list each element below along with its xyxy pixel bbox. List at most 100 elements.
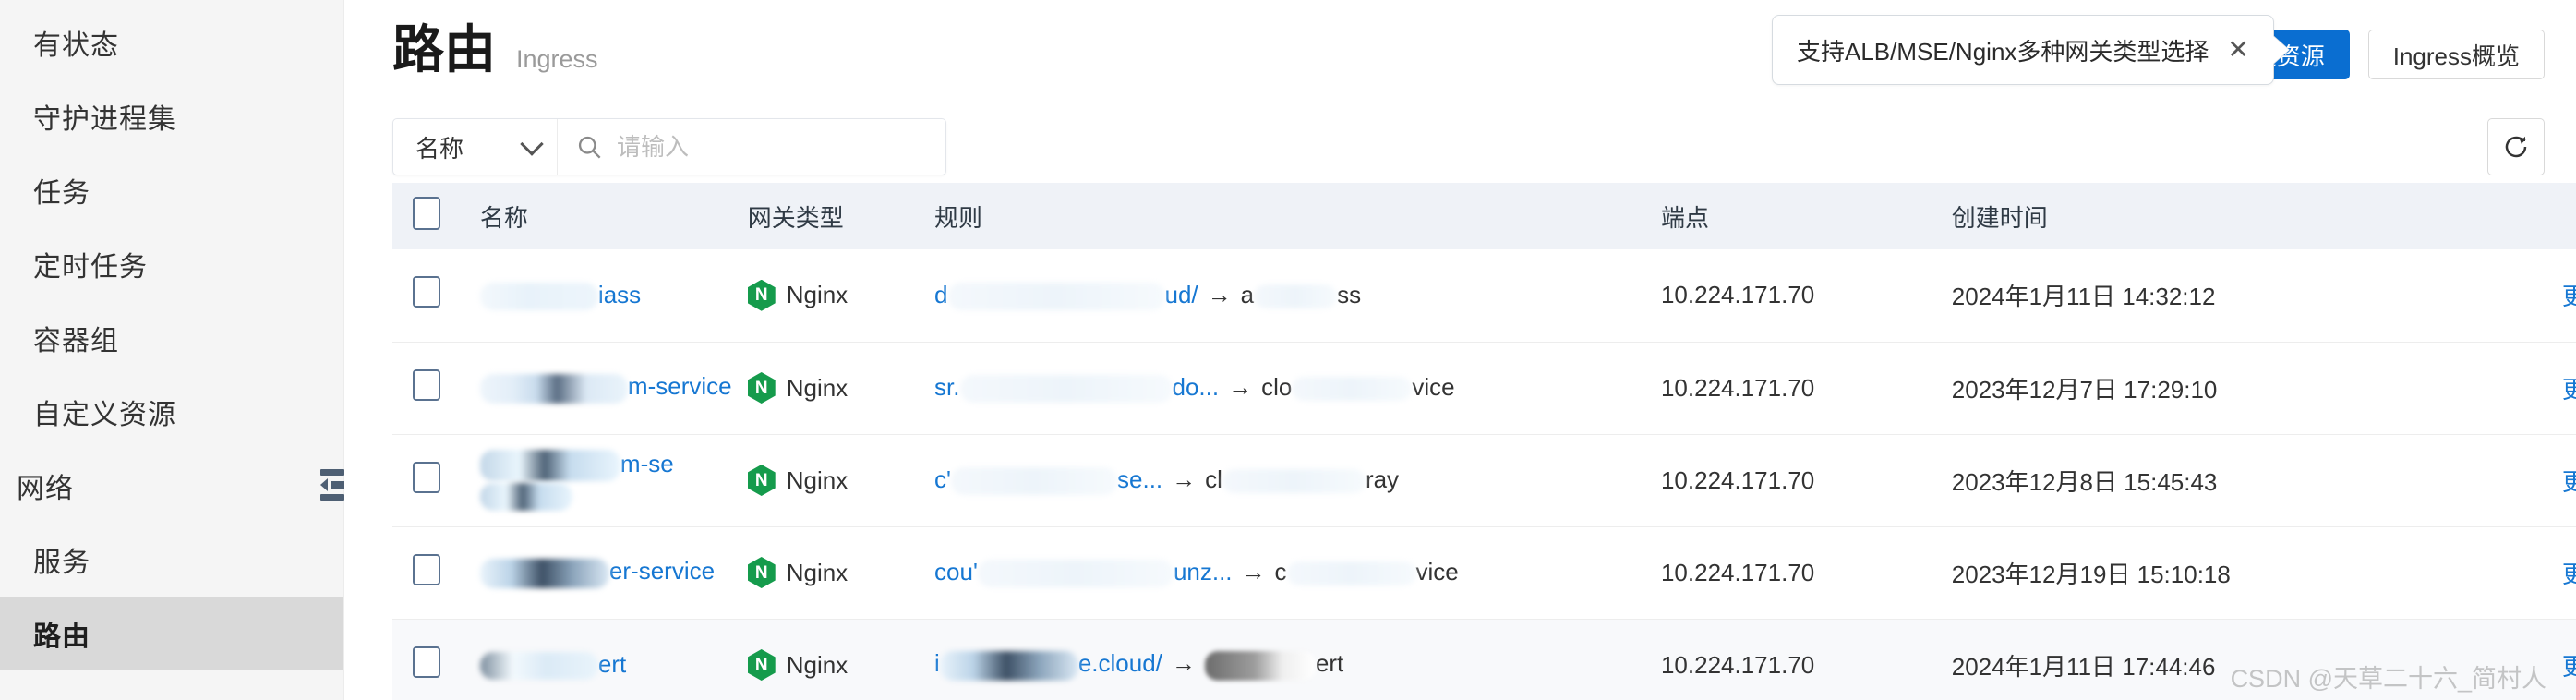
cell-rule: sr. do... → clo vice (934, 342, 1661, 435)
search-input[interactable] (617, 119, 927, 175)
nginx-icon: N (747, 279, 776, 311)
cell-rule: c' se... → cl ray (934, 434, 1661, 527)
column-header-rule[interactable]: 规则 (934, 183, 1661, 249)
sidebar-item-stateful[interactable]: 有状态 (0, 6, 343, 79)
sidebar-item-label: 有状态 (33, 30, 119, 61)
search-icon (578, 136, 601, 159)
nginx-icon: N (747, 649, 776, 681)
cell-gateway-type: N Nginx (747, 434, 935, 527)
table-row[interactable]: er-service N Nginx cou' unz... → c vice 10.2… (392, 526, 2576, 620)
table-body: iass N Nginx d ud/ → a ss 10.224.171.70 2… (392, 249, 2576, 700)
ingress-name-link[interactable]: ert (598, 650, 626, 678)
update-link[interactable]: 更新 (2547, 371, 2576, 405)
cell-operations: 更新 YAML 编辑 监控 (2413, 526, 2576, 620)
collapse-sidebar-icon[interactable] (320, 469, 344, 501)
search-filter-select[interactable]: 名称 (393, 119, 558, 175)
gateway-type-label: Nginx (786, 650, 849, 679)
sidebar-item-ingress[interactable]: 路由 (0, 597, 343, 670)
refresh-icon (2505, 136, 2527, 158)
row-checkbox[interactable] (413, 368, 440, 401)
cell-operations: 更新 YAML 编辑 监控 (2413, 434, 2576, 527)
cell-endpoint: 10.224.171.70 (1660, 434, 1952, 527)
update-link[interactable]: 更新 (2547, 648, 2576, 682)
cell-created-time: 2024年1月11日 17:44:46 (1951, 619, 2413, 700)
page-title: 路由 (392, 20, 496, 78)
column-header-operations: 操作 (2413, 183, 2576, 249)
ingress-name-link[interactable]: er-service (609, 557, 715, 585)
ingress-table-wrap: 名称 网关类型 规则 端点 创建时间 操作 (344, 183, 2576, 700)
cell-endpoint: 10.224.171.70 (1660, 249, 1952, 343)
cell-created-time: 2024年1月11日 14:32:12 (1951, 249, 2413, 343)
cell-endpoint: 10.224.171.70 (1660, 342, 1952, 435)
rule-path-link[interactable]: e.cloud/ (1078, 649, 1162, 677)
cell-endpoint: 10.224.171.70 (1660, 619, 1952, 700)
ingress-name-link[interactable]: m-service (628, 372, 732, 400)
cell-rule: i e.cloud/ → ert (934, 619, 1661, 700)
close-icon[interactable]: ✕ (2227, 37, 2248, 63)
page-subtitle: Ingress (516, 45, 598, 73)
rule-host-link[interactable]: cou' (934, 558, 978, 585)
ingress-table: 名称 网关类型 规则 端点 创建时间 操作 (392, 183, 2576, 700)
rule-host-link[interactable]: i (934, 649, 940, 677)
rule-target-suffix: ss (1337, 280, 1362, 308)
sidebar-item-job[interactable]: 任务 (0, 153, 343, 227)
ingress-overview-button[interactable]: Ingress概览 (2367, 30, 2545, 79)
cell-created-time: 2023年12月8日 15:45:43 (1951, 434, 2413, 527)
cell-name: iass (479, 249, 748, 343)
gateway-type-label: Nginx (786, 465, 849, 494)
table-row[interactable]: ert N Nginx i e.cloud/ → ert 10.224.171.70 (392, 619, 2576, 700)
cell-name: m-service (479, 342, 748, 435)
page-header: 路由 Ingress 创建 Ingress 使用YAML创建资源 Ingress… (344, 0, 2576, 111)
cell-gateway-type: N Nginx (747, 249, 935, 343)
rule-path-link[interactable]: ud/ (1165, 281, 1198, 308)
rule-host-link[interactable]: d (934, 281, 947, 308)
gateway-type-label: Nginx (786, 558, 849, 586)
row-checkbox[interactable] (413, 646, 440, 678)
update-link[interactable]: 更新 (2547, 278, 2576, 312)
table-toolbar: 名称 (344, 111, 2576, 183)
arrow-icon: → (1207, 280, 1232, 308)
row-select-cell (392, 434, 480, 527)
rule-path-link[interactable]: do... (1173, 373, 1220, 401)
main-content: 路由 Ingress 创建 Ingress 使用YAML创建资源 Ingress… (344, 0, 2576, 700)
rule-host-link[interactable]: c' (934, 465, 951, 493)
rule-target-prefix: cl (1205, 465, 1222, 493)
table-row[interactable]: m-se N Nginx c' se... → cl ray 10.224.171.70 (392, 434, 2576, 527)
update-link[interactable]: 更新 (2547, 556, 2576, 590)
search-group: 名称 (392, 118, 946, 175)
column-header-endpoint[interactable]: 端点 (1660, 183, 1952, 249)
rule-target-prefix: a (1240, 280, 1255, 308)
rule-path-link[interactable]: unz... (1174, 558, 1233, 585)
row-select-cell (392, 249, 480, 343)
rule-host-link[interactable]: sr. (934, 373, 959, 401)
table-row[interactable]: m-service N Nginx sr. do... → clo vice 10.22… (392, 342, 2576, 435)
rule-path-link[interactable]: se... (1117, 465, 1162, 493)
refresh-button[interactable] (2487, 118, 2545, 175)
sidebar-item-cronjob[interactable]: 定时任务 (0, 227, 343, 301)
cell-gateway-type: N Nginx (747, 342, 935, 435)
sidebar-item-pods[interactable]: 容器组 (0, 301, 343, 375)
row-checkbox[interactable] (413, 276, 440, 308)
nginx-icon: N (747, 372, 776, 404)
nginx-icon: N (747, 557, 776, 588)
row-select-cell (392, 342, 480, 435)
table-header-row: 名称 网关类型 规则 端点 创建时间 操作 (392, 183, 2576, 249)
ingress-name-link[interactable]: iass (598, 281, 641, 308)
select-all-checkbox[interactable] (413, 196, 440, 230)
sidebar-group-network[interactable]: 网络 (0, 449, 343, 523)
cell-name: er-service (479, 526, 748, 620)
sidebar-item-custom-resource[interactable]: 自定义资源 (0, 375, 343, 449)
sidebar-item-label: 服务 (33, 548, 90, 578)
row-checkbox[interactable] (413, 553, 440, 585)
sidebar-item-daemonset[interactable]: 守护进程集 (0, 79, 343, 153)
table-row[interactable]: iass N Nginx d ud/ → a ss 10.224.171.70 2… (392, 249, 2576, 343)
column-header-gateway-type[interactable]: 网关类型 (747, 183, 935, 249)
update-link[interactable]: 更新 (2547, 464, 2576, 498)
sidebar-item-service[interactable]: 服务 (0, 523, 343, 597)
row-checkbox[interactable] (413, 461, 440, 493)
rule-target-prefix: clo (1261, 372, 1293, 401)
ingress-name-link[interactable]: m-se (620, 450, 674, 477)
column-header-name[interactable]: 名称 (479, 183, 748, 249)
rule-target-suffix: ray (1365, 465, 1400, 493)
column-header-created-time[interactable]: 创建时间 (1951, 183, 2413, 249)
